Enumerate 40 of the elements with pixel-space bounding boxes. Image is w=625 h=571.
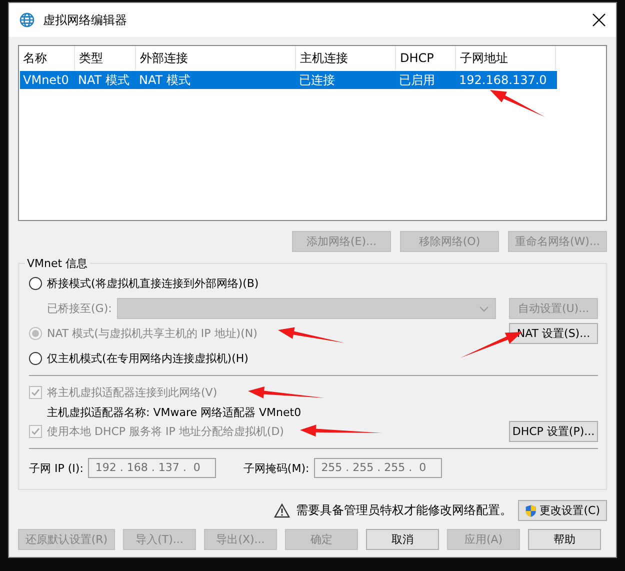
radio-label: 桥接模式(将虚拟机直接连接到外部网络)(B) <box>47 276 259 291</box>
column-header[interactable]: DHCP <box>396 46 456 70</box>
field-label: 子网掩码(M): <box>243 460 310 476</box>
column-header[interactable]: 外部连接 <box>136 46 296 70</box>
checkbox-label: 使用本地 DHCP 服务将 IP 地址分配给虚拟机(D) <box>47 424 284 439</box>
dialog-button[interactable]: 帮助 <box>528 529 601 550</box>
checkbox-label: 将主机虚拟适配器连接到此网络(V) <box>47 385 218 400</box>
change-settings-button[interactable]: 更改设置(C) <box>518 500 607 521</box>
table-cell-text: 已连接 <box>298 72 336 88</box>
column-header[interactable]: 名称 <box>19 46 75 70</box>
radio-label: 仅主机模式(在专用网络内连接虚拟机)(H) <box>47 351 248 366</box>
adapter-name-text: 主机虚拟适配器名称: VMware 网络适配器 VMnet0 <box>47 404 302 420</box>
field-label: 已桥接至(G): <box>47 301 112 316</box>
radio-button[interactable] <box>29 277 42 290</box>
warning-icon <box>274 503 290 518</box>
group-title: VMnet 信息 <box>26 256 89 271</box>
subnet-mask-field[interactable]: 255 . 255 . 255 . 0 <box>314 458 442 478</box>
column-header[interactable]: 类型 <box>75 46 136 70</box>
table-cell-text: VMnet0 <box>22 73 70 87</box>
close-icon[interactable] <box>592 13 606 27</box>
table-cell-text: 192.168.137.0 <box>458 73 548 87</box>
radio-button[interactable] <box>29 352 42 365</box>
annotation-arrow <box>490 90 545 117</box>
field-label: 子网 IP (I): <box>29 460 84 476</box>
bridge-dropdown[interactable] <box>116 298 496 319</box>
column-header[interactable]: 子网地址 <box>456 46 556 70</box>
shield-icon <box>525 502 537 518</box>
window-title: 虚拟网络编辑器 <box>43 12 128 28</box>
admin-notice: 需要具备管理员特权才能修改网络配置。 <box>296 502 512 519</box>
column-header[interactable]: 主机连接 <box>296 46 396 70</box>
table-row[interactable]: VMnet0 NAT 模式 NAT 模式 已连接 已启用 192.168.137.0 <box>20 71 557 89</box>
dialog-button[interactable]: 取消 <box>366 529 439 550</box>
chevron-down-icon <box>478 306 489 312</box>
radio-label: NAT 模式(与虚拟机共享主机的 IP 地址)(N) <box>47 326 258 341</box>
subnet-ip-field[interactable]: 192 . 168 . 137 . 0 <box>88 458 216 478</box>
annotation-arrow <box>278 327 345 343</box>
table-cell-text: NAT 模式 <box>77 72 130 88</box>
table-cell-text: NAT 模式 <box>138 72 192 88</box>
table-cell-text: 已启用 <box>398 72 436 88</box>
globe-icon <box>19 12 35 28</box>
